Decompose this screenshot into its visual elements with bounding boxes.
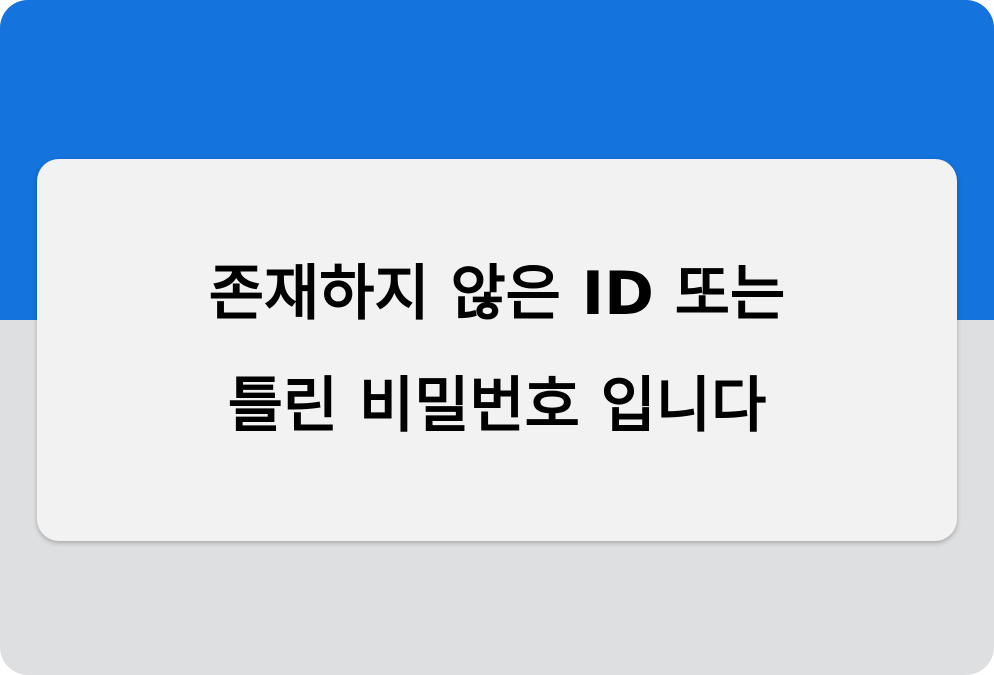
error-message-line-1: 존재하지 않은 ID 또는 bbox=[208, 259, 786, 329]
app-window: 존재하지 않은 ID 또는 틀린 비밀번호 입니다 bbox=[0, 0, 994, 675]
error-message-line-2: 틀린 비밀번호 입니다 bbox=[227, 371, 767, 441]
error-dialog: 존재하지 않은 ID 또는 틀린 비밀번호 입니다 bbox=[37, 159, 957, 541]
